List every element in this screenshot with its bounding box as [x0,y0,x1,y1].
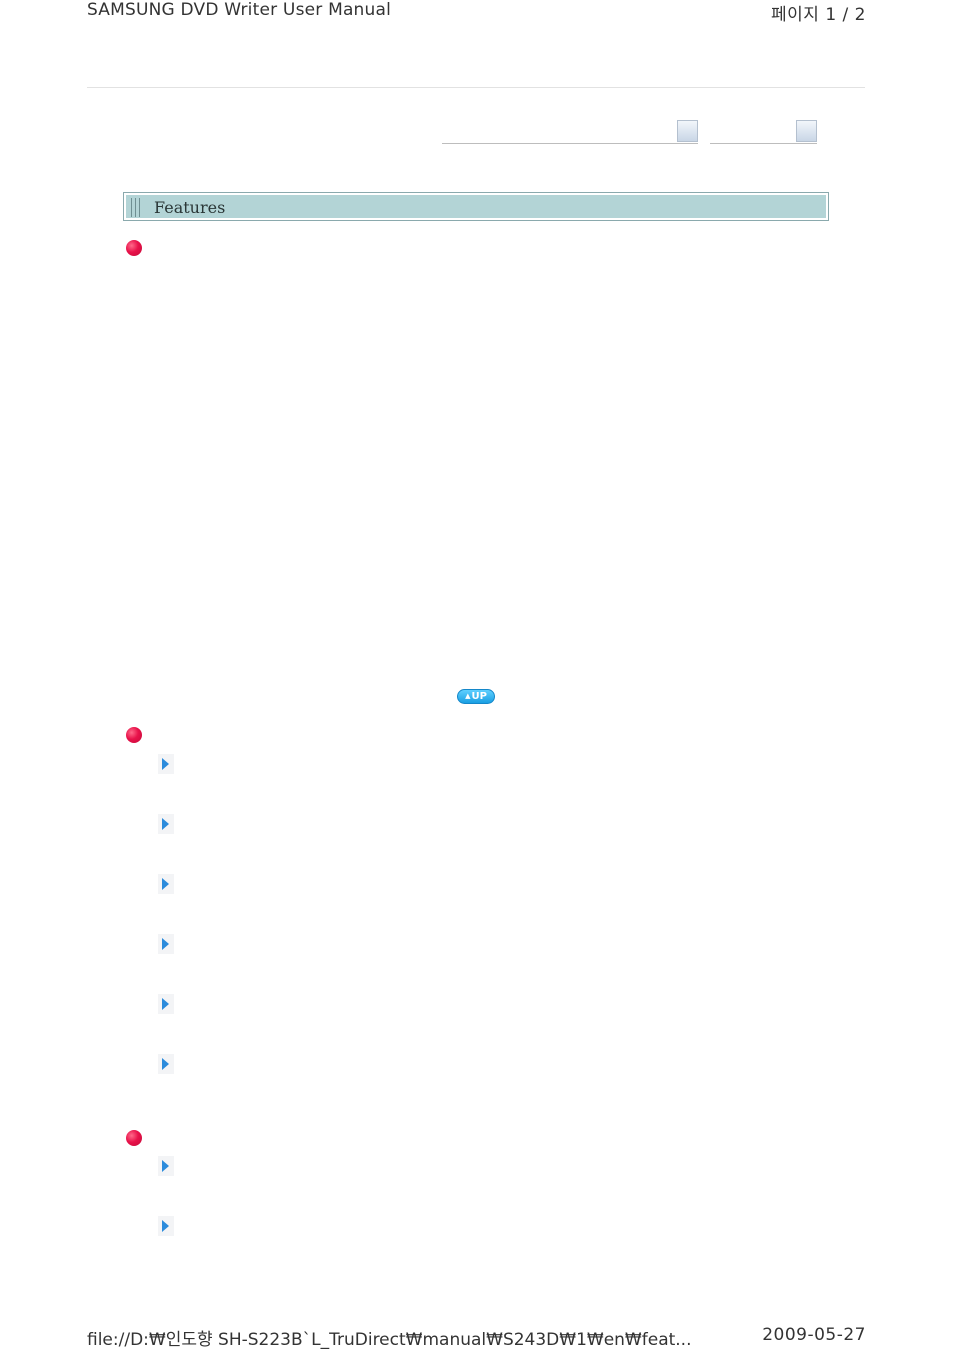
section-title: Features [154,198,226,217]
chapter-select[interactable] [442,120,698,144]
blue-arrow-icon [158,994,174,1014]
page-indicator: 페이지 1 / 2 [771,5,866,25]
header-divider [87,87,865,88]
file-path: file://D:₩인도향 SH-S223B`L_TruDirect₩manua… [87,1330,692,1350]
document-title: SAMSUNG DVD Writer User Manual [87,0,392,20]
red-bullet-icon [126,727,142,743]
dropdown-button-icon[interactable] [796,120,817,142]
section-header-fill: Features [126,195,826,218]
blue-arrow-icon [158,814,174,834]
section-header-bar: Features [123,192,829,221]
up-arrow-icon: ▲ [465,692,471,700]
page-select[interactable] [710,120,817,144]
red-bullet-icon [126,1130,142,1146]
up-button[interactable]: ▲UP [457,689,495,704]
up-button-label: UP [471,691,487,702]
blue-arrow-icon [158,1054,174,1074]
blue-arrow-icon [158,754,174,774]
blue-arrow-icon [158,874,174,894]
blue-arrow-icon [158,1156,174,1176]
blue-arrow-icon [158,1216,174,1236]
red-bullet-icon [126,240,142,256]
dropdown-button-icon[interactable] [677,120,698,142]
print-date: 2009-05-27 [762,1325,866,1345]
bar-lines-icon [131,198,143,217]
blue-arrow-icon [158,934,174,954]
